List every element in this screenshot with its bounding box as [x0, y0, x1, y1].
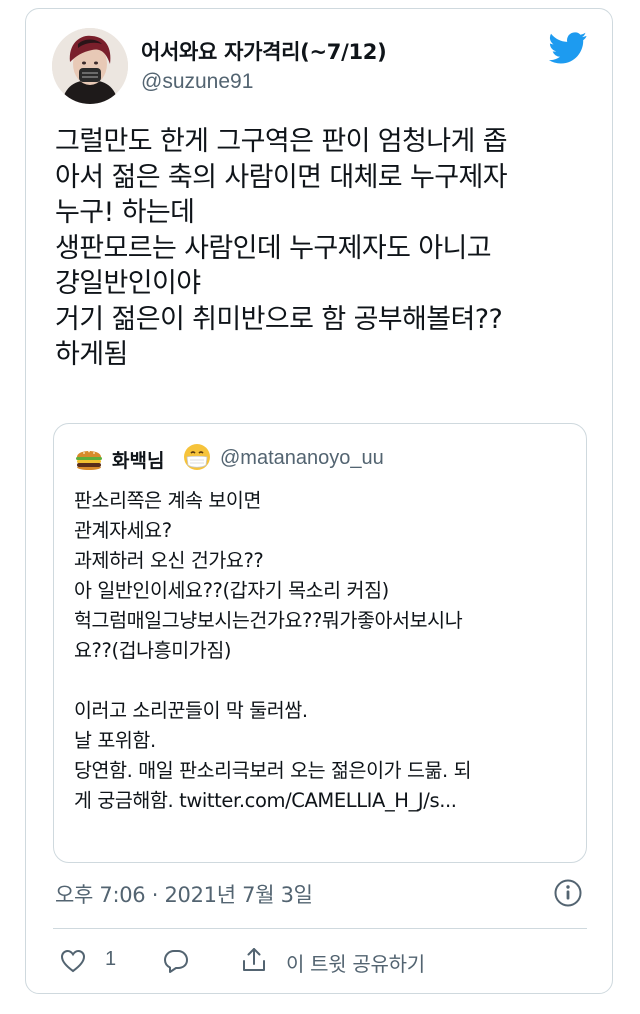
quoted-handle[interactable]: @matananoyo_uu — [220, 447, 384, 470]
burger-emoji-icon — [76, 450, 102, 470]
tweet-actions: 1 이 트윗 공유하기 — [0, 940, 640, 980]
quoted-display-name[interactable]: 화백님 — [112, 446, 164, 473]
like-count[interactable]: 1 — [105, 948, 116, 971]
heart-icon[interactable] — [60, 948, 86, 974]
share-icon[interactable] — [240, 946, 268, 974]
quoted-text: 판소리쪽은 계속 보이면 관계자세요? 과제하러 오신 건가요?? 아 일반인이… — [74, 489, 472, 812]
share-tweet-label[interactable]: 이 트윗 공유하기 — [286, 948, 425, 977]
quoted-tweet[interactable]: 화백님 @matananoyo_uu 판소리쪽은 계속 보이면 관계자세요? 과… — [53, 423, 587, 863]
author-display-name[interactable]: 어서와요 자가격리(~7/12) — [141, 36, 387, 66]
mask-face-emoji-icon — [184, 444, 210, 470]
author-avatar[interactable] — [52, 28, 128, 104]
action-divider — [53, 928, 587, 929]
reply-icon[interactable] — [163, 948, 189, 974]
twitter-bird-icon[interactable] — [548, 32, 588, 64]
author-handle[interactable]: @suzune91 — [141, 70, 253, 94]
tweet-timestamp[interactable]: 오후 7:06 · 2021년 7월 3일 — [55, 879, 313, 909]
info-icon[interactable] — [553, 878, 583, 908]
tweet-text: 그럴만도 한게 그구역은 판이 엄청나게 좁 아서 젊은 축의 사람이면 대체로… — [55, 126, 508, 370]
